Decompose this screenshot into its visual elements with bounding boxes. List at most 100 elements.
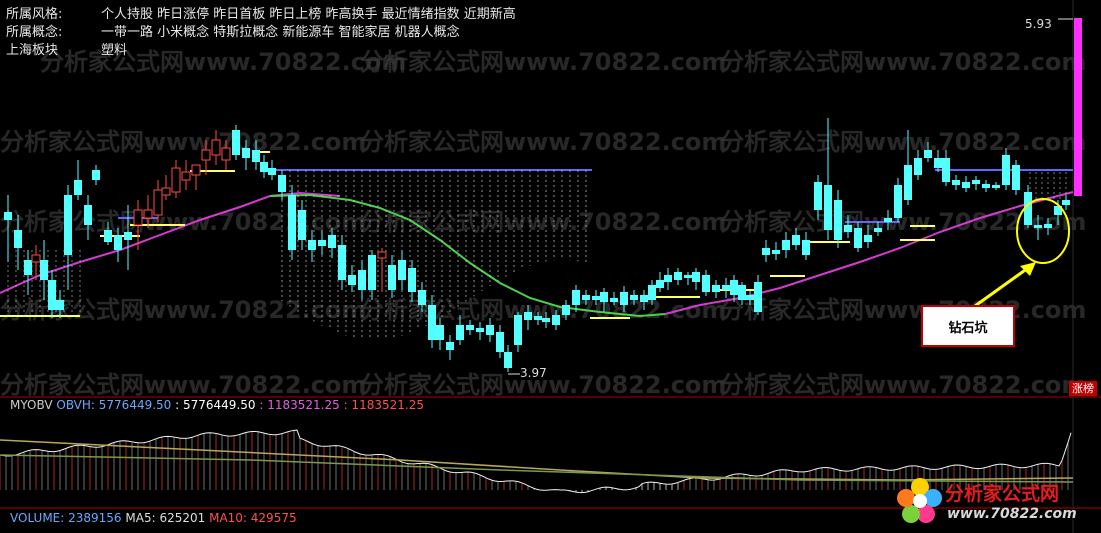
- candle-body-down: [972, 180, 980, 184]
- candle-body-down: [904, 165, 912, 200]
- candle-body-down: [408, 268, 416, 292]
- candle-body-down: [762, 248, 770, 255]
- candle-body-down: [308, 240, 316, 250]
- candle-body-up: [171, 167, 181, 193]
- candle-body-down: [854, 228, 862, 248]
- limit-up-candle: [1074, 18, 1082, 196]
- candle-body-up: [191, 164, 201, 176]
- candle-body-down: [456, 325, 464, 340]
- candle-body-down: [4, 212, 12, 220]
- candle-body-down: [884, 218, 892, 222]
- candle-body-down: [534, 316, 542, 320]
- candle-body-up: [133, 209, 143, 226]
- candle-body-down: [754, 282, 762, 312]
- limit-up-tag[interactable]: 涨榜: [1069, 381, 1097, 396]
- watermark-text: 分析家公式网www.70822.com: [360, 208, 726, 236]
- candle-body-down: [656, 280, 664, 288]
- candle-body-down: [418, 290, 426, 305]
- candle-body-down: [428, 305, 436, 340]
- candle-body-down: [942, 158, 950, 182]
- candle-body-down: [610, 298, 618, 302]
- candle-body-down: [368, 255, 376, 290]
- candle-body-down: [782, 240, 790, 250]
- candle-body-down: [56, 300, 64, 310]
- candle-body-down: [466, 325, 474, 330]
- candle-body-down: [1044, 224, 1052, 228]
- candle-body-down: [514, 315, 522, 345]
- high-price-label: 5.93: [1025, 17, 1052, 31]
- candle-body-down: [1012, 165, 1020, 190]
- candle-body-down: [242, 148, 250, 158]
- candle-body-down: [388, 265, 396, 290]
- candle-body-down: [104, 230, 112, 242]
- candle-body-up: [201, 149, 211, 161]
- candle-body-up: [181, 171, 191, 181]
- candle-body-down: [562, 305, 570, 315]
- candle-body-down: [572, 290, 580, 305]
- candle-body-down: [24, 260, 32, 275]
- flower-logo-icon: [897, 478, 942, 523]
- obv-value-2: : 5776449.50: [175, 398, 256, 412]
- candle-body-down: [814, 182, 822, 210]
- candle-body-down: [14, 230, 22, 248]
- candle-body-down: [620, 292, 628, 305]
- watermark-text: 分析家公式网www.70822.com: [360, 48, 726, 76]
- ma10-value: MA10: 429575: [209, 511, 297, 525]
- watermark-text: 分析家公式网www.70822.com: [360, 128, 726, 156]
- candle-body-down: [552, 315, 560, 325]
- candle-body-down: [962, 182, 970, 188]
- candle-body-down: [894, 185, 902, 218]
- obv-name: MYOBV: [10, 398, 53, 412]
- watermark-text: 分析家公式网www.70822.com: [720, 296, 1086, 324]
- volume-legend: VOLUME: 2389156 MA5: 625201 MA10: 429575: [10, 511, 297, 525]
- candle-body-down: [738, 285, 746, 300]
- candle-body-down: [524, 312, 532, 320]
- concept-value: 一带一路 小米概念 特斯拉概念 新能源车 智能家居 机器人概念: [101, 25, 460, 40]
- candle-body-down: [64, 195, 72, 255]
- candle-body-down: [348, 275, 356, 285]
- candle-body-down: [630, 295, 638, 300]
- candle-body-down: [92, 170, 100, 180]
- candle-body-up: [161, 187, 171, 196]
- obv-value-4: : 1183521.25: [343, 398, 424, 412]
- stock-chart-window: 分析家公式网www.70822.com 分析家公式网www.70822.com 分析…: [0, 0, 1101, 533]
- candle-body-down: [114, 235, 122, 250]
- candle-body-down: [592, 296, 600, 300]
- candle-body-down: [84, 205, 92, 225]
- candle-body-down: [1002, 155, 1010, 185]
- candle-body-down: [486, 325, 494, 335]
- candle-body-down: [934, 158, 942, 168]
- candle-body-down: [398, 260, 406, 280]
- candle-body-down: [746, 295, 754, 300]
- candle-body-down: [328, 235, 336, 248]
- low-price-label: 3.97: [520, 366, 547, 380]
- candle-body-up: [143, 209, 153, 219]
- candle-body-up: [377, 251, 387, 259]
- info-row-sector: 上海板块 塑料: [6, 42, 127, 60]
- candle-body-down: [792, 235, 800, 245]
- candle-body-down: [712, 285, 720, 292]
- watermark-text: 分析家公式网www.70822.com: [0, 208, 366, 236]
- candle-body-down: [232, 130, 240, 155]
- obvh-value: OBVH: 5776449.50: [56, 398, 172, 412]
- candle-body-down: [874, 228, 882, 232]
- candle-body-down: [844, 225, 852, 232]
- candle-body-down: [864, 235, 872, 242]
- candle-body-down: [684, 275, 692, 278]
- candle-body-down: [982, 184, 990, 188]
- candle-body-down: [124, 232, 132, 240]
- candle-body-down: [40, 260, 48, 280]
- candle-body-down: [600, 292, 608, 302]
- candle-body-down: [74, 180, 82, 195]
- candle-body-down: [298, 210, 306, 240]
- logo-url-text: www.70822.com: [947, 506, 1077, 522]
- candle-body-up: [221, 147, 231, 161]
- candle-body-down: [834, 200, 842, 240]
- style-label: 所属风格:: [6, 7, 63, 22]
- info-row-concept: 所属概念: 一带一路 小米概念 特斯拉概念 新能源车 智能家居 机器人概念: [6, 24, 460, 42]
- candle-body-down: [582, 295, 590, 300]
- candle-body-down: [730, 280, 738, 295]
- candle-body-down: [252, 150, 260, 162]
- logo-brand-text: 分析家公式网: [945, 483, 1060, 505]
- candle-body-down: [692, 272, 700, 282]
